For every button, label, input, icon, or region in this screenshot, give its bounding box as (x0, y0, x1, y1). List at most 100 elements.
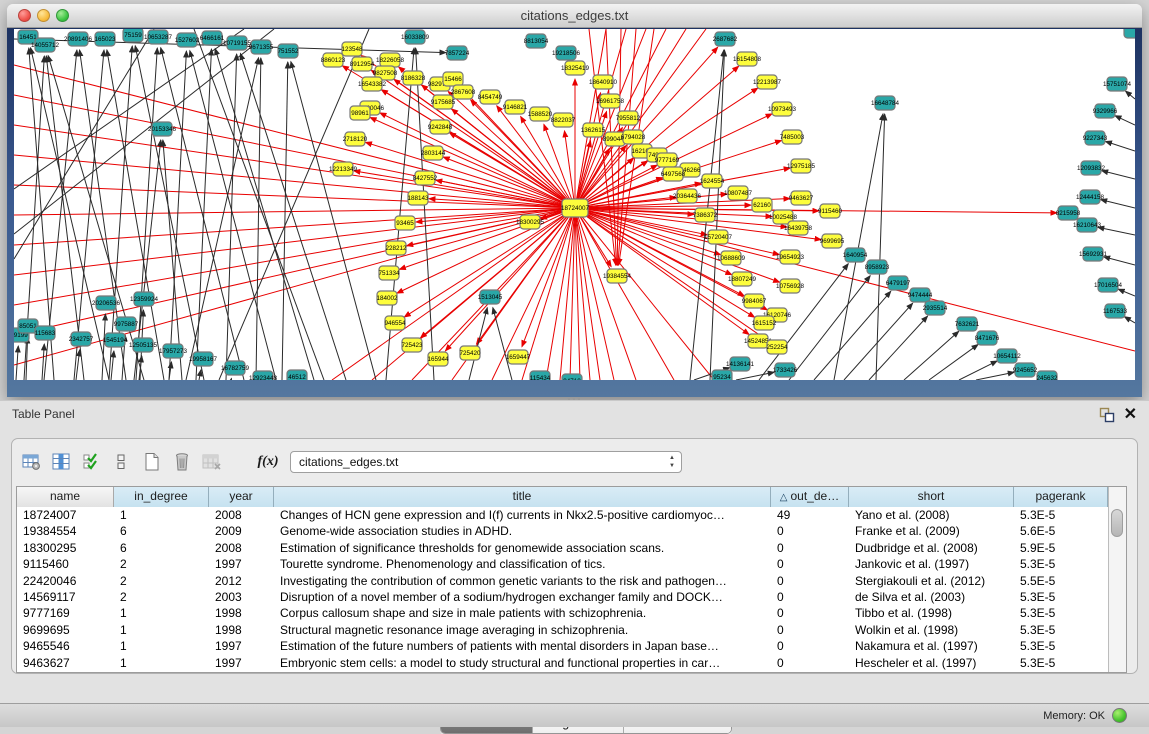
graph-node[interactable] (385, 316, 405, 330)
table-row[interactable]: 1830029562008Estimation of significance … (17, 540, 1108, 556)
graph-node[interactable] (772, 102, 792, 116)
graph-node[interactable] (447, 46, 467, 60)
graph-node[interactable] (957, 317, 977, 331)
graph-node[interactable] (565, 61, 585, 75)
graph-node[interactable] (68, 32, 88, 46)
graph-node[interactable] (508, 350, 528, 364)
select-rows-icon[interactable] (80, 451, 104, 473)
graph-node[interactable] (148, 30, 168, 44)
graph-node[interactable] (730, 357, 750, 371)
graph-node[interactable] (1081, 161, 1101, 175)
graph-node[interactable] (377, 291, 397, 305)
citation-network-graph[interactable]: 1872400712354888601238912954182260589827… (14, 29, 1135, 380)
table-row[interactable]: 946362711997Embryonic stem cells: a mode… (17, 655, 1108, 671)
table-row[interactable]: 1872400712008Changes of HCN gene express… (17, 507, 1108, 523)
graph-node[interactable] (123, 29, 143, 42)
graph-node[interactable] (333, 162, 353, 176)
graph-node[interactable] (193, 352, 213, 366)
column-header-pagerank[interactable]: pagerank (1014, 487, 1108, 507)
graph-node[interactable] (480, 90, 500, 104)
graph-node[interactable] (405, 30, 425, 44)
graph-node[interactable] (1037, 371, 1057, 380)
zoom-window-button[interactable] (56, 9, 69, 22)
graph-node[interactable] (695, 208, 715, 222)
graph-node[interactable] (453, 85, 473, 99)
graph-node[interactable] (71, 332, 91, 346)
graph-node[interactable] (428, 352, 448, 366)
graph-node[interactable] (95, 32, 115, 46)
graph-node[interactable] (152, 122, 172, 136)
graph-node[interactable] (402, 338, 422, 352)
graph-node[interactable] (105, 333, 125, 347)
table-row[interactable]: 2242004622012Investigating the contribut… (17, 573, 1108, 589)
graph-node[interactable] (732, 272, 752, 286)
close-panel-icon[interactable]: ✕ (1124, 404, 1137, 424)
table-row[interactable]: 969969511998Structural magnetic resonanc… (17, 622, 1108, 638)
create-column-icon[interactable] (140, 451, 164, 473)
graph-node[interactable] (791, 159, 811, 173)
graph-node[interactable] (460, 346, 480, 360)
graph-node[interactable] (782, 130, 802, 144)
graph-node[interactable] (1095, 104, 1115, 118)
graph-node[interactable] (386, 241, 406, 255)
column-header-year[interactable]: year (209, 487, 274, 507)
graph-node[interactable] (1124, 29, 1135, 38)
table-row[interactable]: 911546021997Tourette syndrome. Phenomeno… (17, 556, 1108, 572)
graph-node[interactable] (133, 338, 153, 352)
graph-node[interactable] (362, 77, 382, 91)
float-panel-icon[interactable] (1099, 407, 1115, 423)
table-row[interactable]: 1456911722003Disruption of a novel membe… (17, 589, 1108, 605)
column-header-title[interactable]: title (274, 487, 771, 507)
graph-node[interactable] (278, 44, 298, 58)
graph-node[interactable] (767, 340, 787, 354)
graph-node[interactable] (553, 113, 573, 127)
graph-node[interactable] (712, 370, 732, 380)
close-window-button[interactable] (18, 9, 31, 22)
graph-node[interactable] (562, 199, 588, 217)
column-header-short[interactable]: short (849, 487, 1014, 507)
graph-node[interactable] (225, 361, 245, 375)
function-builder-icon[interactable]: f(x) (256, 451, 280, 473)
graph-node[interactable] (163, 344, 183, 358)
graph-node[interactable] (888, 276, 908, 290)
graph-node[interactable] (788, 221, 808, 235)
graph-node[interactable] (530, 107, 550, 121)
graph-node[interactable] (721, 251, 741, 265)
graph-node[interactable] (96, 296, 116, 310)
graph-node[interactable] (663, 167, 683, 181)
graph-node[interactable] (744, 294, 764, 308)
table-scrollbar-thumb[interactable] (1111, 509, 1123, 537)
toggle-column-icon[interactable] (50, 451, 74, 473)
graph-node[interactable] (379, 266, 399, 280)
graph-node[interactable] (754, 316, 774, 330)
graph-node[interactable] (910, 288, 930, 302)
column-header-out_de[interactable]: △out_de… (771, 487, 849, 507)
graph-node[interactable] (867, 260, 887, 274)
graph-node[interactable] (202, 31, 222, 45)
graph-node[interactable] (423, 146, 443, 160)
graph-node[interactable] (757, 75, 777, 89)
graph-node[interactable] (227, 36, 247, 50)
graph-node[interactable] (822, 234, 842, 248)
graph-node[interactable] (287, 370, 307, 380)
graph-node[interactable] (780, 279, 800, 293)
graph-node[interactable] (408, 191, 428, 205)
column-header-name[interactable]: name (17, 487, 114, 507)
graph-node[interactable] (1085, 131, 1105, 145)
graph-node[interactable] (395, 216, 415, 230)
graph-node[interactable] (875, 96, 895, 110)
graph-node[interactable] (820, 204, 840, 218)
graph-node[interactable] (526, 34, 546, 48)
graph-node[interactable] (605, 132, 625, 146)
graph-node[interactable] (342, 42, 362, 56)
table-row[interactable]: 946554611997Estimation of the future num… (17, 638, 1108, 654)
network-file-select[interactable]: citations_edges.txt ▲▼ (290, 451, 682, 473)
graph-node[interactable] (443, 72, 463, 86)
graph-node[interactable] (134, 292, 154, 306)
graph-node[interactable] (556, 46, 576, 60)
graph-node[interactable] (1058, 206, 1078, 220)
graph-node[interactable] (35, 326, 55, 340)
graph-node[interactable] (997, 349, 1017, 363)
graph-node[interactable] (116, 317, 136, 331)
graph-node[interactable] (977, 331, 997, 345)
